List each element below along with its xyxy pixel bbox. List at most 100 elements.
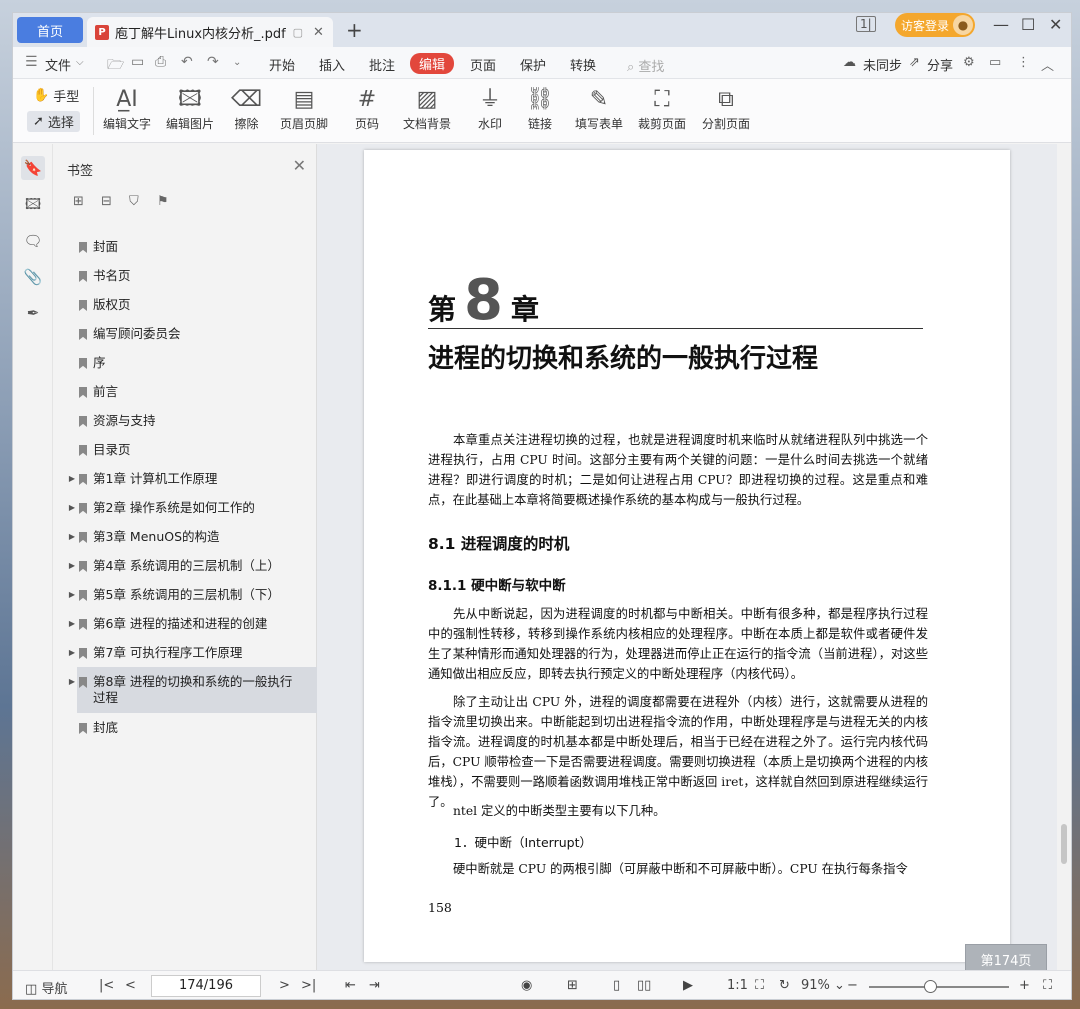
expand-arrow-icon[interactable]: ▶ [65,648,79,657]
thumbnail-icon[interactable]: 🖾 [21,192,45,216]
page-number-button[interactable]: # 页码 [355,85,379,132]
new-tab-button[interactable]: + [346,18,363,42]
bookmark-item[interactable]: ▶ 第8章 进程的切换和系统的一般执行过程 [69,667,317,713]
single-page-icon[interactable]: ▯ [613,978,620,993]
crop-page-button[interactable]: ⛶ 裁剪页面 [638,85,686,132]
expand-arrow-icon[interactable]: ▶ [65,619,79,628]
more-icon[interactable]: ⋮ [1017,55,1030,70]
menu-protect[interactable]: 保护 [520,55,546,74]
expand-arrow-icon[interactable]: ▶ [65,474,79,483]
unsynced-label[interactable]: 未同步 [863,55,902,74]
nav-toggle[interactable]: ◫ 导航 [25,978,67,997]
link-button[interactable]: ⛓ 链接 [526,85,554,132]
zoom-out-icon[interactable]: − [847,978,858,993]
pin-icon[interactable]: ▢ [293,26,303,39]
prev-page-icon[interactable]: < [125,978,136,993]
menu-edit[interactable]: 编辑 [410,53,455,74]
fit-width-icon[interactable]: ⊞ [567,978,578,993]
bookmark-item[interactable]: ▶ 第5章 系统调用的三层机制（下） [53,580,317,609]
comment-icon[interactable]: ▭ [989,55,1001,70]
share-icon[interactable]: ⇗ [909,55,920,70]
forward-icon[interactable]: ⇥ [369,978,380,993]
add-bookmark-icon[interactable]: ⊞ [73,194,87,209]
close-tab-icon[interactable]: ✕ [313,25,327,40]
play-icon[interactable]: ▶ [683,978,693,993]
menu-convert[interactable]: 转换 [570,55,596,74]
bookmark-flag-icon[interactable]: ⚑ [157,194,171,209]
bookmark-item[interactable]: 目录页 [53,435,317,464]
bookmark-item[interactable]: ▶ 第7章 可执行程序工作原理 [53,638,317,667]
share-label[interactable]: 分享 [927,55,953,74]
minimize-icon[interactable]: — [993,15,1009,34]
open-icon[interactable]: 🗁 [107,54,124,78]
chevron-down-icon[interactable]: ⌵ [76,57,84,68]
attachment-icon[interactable]: 📎 [21,265,45,289]
expand-arrow-icon[interactable]: ▶ [65,503,79,512]
settings-icon[interactable]: ⚙ [963,55,975,70]
bookmark-item[interactable]: ▶ 第1章 计算机工作原理 [53,464,317,493]
expand-arrow-icon[interactable]: ▶ [65,532,79,541]
fit-page-icon[interactable]: ⛶ [755,978,764,993]
menu-start[interactable]: 开始 [269,55,295,74]
bookmark-item[interactable]: 序 [53,348,317,377]
edit-image-button[interactable]: 🖾 编辑图片 [166,85,214,132]
zoom-select[interactable]: 91% ⌄ [801,978,845,993]
page-input[interactable]: 174/196 [151,975,261,997]
print-icon[interactable]: ⎙ [155,54,166,70]
expand-bookmark-icon[interactable]: ⊟ [101,194,115,209]
bookmark-item[interactable]: 书名页 [53,261,317,290]
bookmark-item[interactable]: ▶ 第6章 进程的描述和进程的创建 [53,609,317,638]
close-panel-icon[interactable]: ✕ [293,156,306,175]
bookmark-item[interactable]: 版权页 [53,290,317,319]
menu-annotate[interactable]: 批注 [369,55,395,74]
comment-panel-icon[interactable]: 🗨 [21,229,45,253]
visitor-login-button[interactable]: 访客登录 ● [895,13,975,37]
eye-icon[interactable]: ◉ [521,978,532,993]
zoom-in-icon[interactable]: + [1019,978,1030,993]
edit-text-button[interactable]: A̲I 编辑文字 [103,85,151,132]
next-page-icon[interactable]: > [279,978,290,993]
back-icon[interactable]: ⇤ [345,978,356,993]
bookmark-item[interactable]: 前言 [53,377,317,406]
signature-icon[interactable]: ✒ [21,301,45,325]
last-page-icon[interactable]: >| [301,978,316,993]
bookmark-item[interactable]: 编写顾问委员会 [53,319,317,348]
page-view-icon[interactable]: 1| [856,16,876,32]
bookmark-star-icon[interactable]: ⛉ [129,194,143,209]
watermark-button[interactable]: ⏚ 水印 [478,85,502,132]
bookmark-item[interactable]: ▶ 第3章 MenuOS的构造 [53,522,317,551]
select-tool[interactable]: ➚ 选择 [27,111,80,132]
double-page-icon[interactable]: ▯▯ [637,978,651,993]
first-page-icon[interactable]: |< [99,978,114,993]
tab-home[interactable]: 首页 [17,17,83,43]
split-page-button[interactable]: ⧉ 分割页面 [702,85,750,132]
expand-arrow-icon[interactable]: ▶ [65,590,79,599]
redo-icon[interactable]: ↷ [207,54,219,70]
actual-size-icon[interactable]: 1:1 [727,978,748,993]
close-window-icon[interactable]: ✕ [1049,15,1062,34]
header-footer-button[interactable]: ▤ 页眉页脚 [280,85,328,132]
menu-page[interactable]: 页面 [470,55,496,74]
save-icon[interactable]: ▭ [131,54,144,70]
sync-icon[interactable]: ☁ [843,55,856,70]
fill-form-button[interactable]: ✎ 填写表单 [575,85,623,132]
erase-button[interactable]: ⌫ 擦除 [231,85,262,132]
rotate-icon[interactable]: ↻ [779,978,790,993]
doc-background-button[interactable]: ▨ 文档背景 [403,85,451,132]
bookmark-item[interactable]: ▶ 第4章 系统调用的三层机制（上） [53,551,317,580]
bookmark-item[interactable]: ▶ 第2章 操作系统是如何工作的 [53,493,317,522]
bookmark-item[interactable]: 资源与支持 [53,406,317,435]
menu-insert[interactable]: 插入 [319,55,345,74]
bookmark-item[interactable]: 封面 [53,232,317,261]
tab-document[interactable]: P 庖丁解牛Linux内核分析_.pdf ▢ ✕ [87,17,333,47]
hamburger-icon[interactable]: ☰ [25,54,38,70]
undo-icon[interactable]: ↶ [181,54,193,70]
zoom-slider-handle[interactable] [924,980,937,993]
zoom-slider[interactable] [869,986,1009,988]
vertical-scrollbar[interactable] [1057,144,1071,970]
hand-tool[interactable]: ✋ 手型 [27,85,85,106]
document-viewport[interactable]: 第 8 章 进程的切换和系统的一般执行过程 本章重点关注进程切换的过程，也就是进… [317,144,1057,974]
expand-arrow-icon[interactable]: ▶ [65,561,79,570]
bookmark-item[interactable]: 封底 [53,713,317,742]
more-down-icon[interactable]: ⌄ [233,57,241,68]
